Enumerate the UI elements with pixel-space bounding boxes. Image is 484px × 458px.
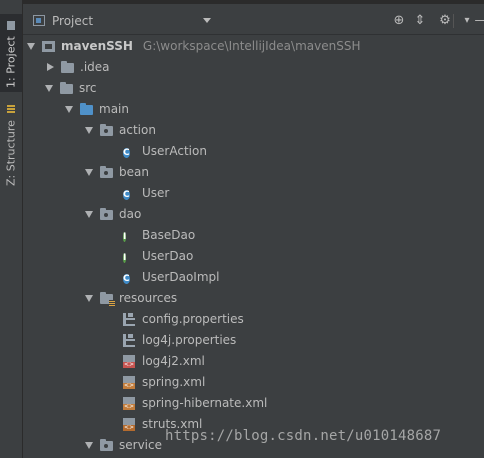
structure-tab-icon — [7, 105, 15, 115]
project-view-icon — [33, 15, 45, 26]
tree-node-label: resources — [119, 290, 178, 305]
expand-arrow-icon[interactable] — [27, 42, 35, 50]
tree-node-idea[interactable]: .idea — [23, 56, 484, 77]
class-icon: C — [123, 186, 137, 200]
tree-node-label: BaseDao — [142, 227, 196, 242]
class-icon-letter: C — [123, 147, 130, 158]
settings-icon[interactable]: ⚙ — [437, 13, 453, 29]
tree-node-label: spring.xml — [142, 374, 206, 389]
tree-node-src[interactable]: src — [23, 77, 484, 98]
tree-node-label: User — [142, 185, 170, 200]
expand-arrow-icon[interactable] — [85, 126, 93, 134]
tab-project[interactable]: 1: Project — [0, 14, 22, 92]
interface-icon: I — [123, 228, 137, 242]
collapse-all-icon[interactable]: ⇕ — [412, 13, 428, 29]
tree-node-log4j2-xml[interactable]: <> log4j2.xml — [23, 350, 484, 371]
tree-node-label: bean — [119, 164, 149, 179]
expand-arrow-icon[interactable] — [85, 168, 93, 176]
tree-node-config-properties[interactable]: config.properties — [23, 308, 484, 329]
folder-icon — [61, 60, 75, 74]
expand-arrow-icon[interactable] — [85, 441, 93, 449]
tree-node-label: UserDao — [142, 248, 194, 263]
module-path: G:\workspace\IntellijIdea\mavenSSH — [142, 38, 361, 53]
xml-file-icon: <> — [123, 354, 137, 368]
expand-arrow-icon[interactable] — [65, 105, 73, 113]
tree-node-label: UserDaoImpl — [142, 269, 220, 284]
project-tab-icon — [7, 21, 15, 31]
tree-node-label: config.properties — [142, 311, 244, 326]
tree-node-label: log4j.properties — [142, 332, 237, 347]
interface-icon-letter: I — [123, 252, 127, 263]
project-tool-window-header: Project ⊕ ⇕ ⚙ ▾ — — [23, 8, 484, 35]
interface-icon: I — [123, 249, 137, 263]
xml-tag-glyph: <> — [123, 381, 135, 389]
editor-tab-strip — [22, 0, 484, 4]
package-icon — [100, 438, 114, 452]
xml-tag-glyph: <> — [123, 423, 135, 431]
tree-node-basedao[interactable]: I BaseDao — [23, 224, 484, 245]
tree-node-root[interactable]: mavenSSH G:\workspace\IntellijIdea\maven… — [23, 35, 484, 56]
minimize-icon[interactable]: — — [473, 13, 484, 29]
module-icon — [42, 39, 56, 53]
tree-node-label: UserAction — [142, 143, 207, 158]
tree-node-label: src — [79, 80, 97, 95]
tree-node-label: action — [119, 122, 156, 137]
tree-node-spring-hibernate-xml[interactable]: <> spring-hibernate.xml — [23, 392, 484, 413]
properties-file-icon — [123, 333, 137, 347]
expand-arrow-icon[interactable] — [45, 84, 53, 92]
tab-structure-label: Z: Structure — [4, 120, 18, 186]
expand-arrow-icon[interactable] — [85, 294, 93, 302]
xml-tag-glyph: <> — [123, 402, 135, 410]
xml-tag-glyph: <> — [123, 360, 135, 368]
tree-node-user[interactable]: C User — [23, 182, 484, 203]
spring-xml-file-icon: <> — [123, 375, 137, 389]
tree-node-label: mavenSSH — [61, 38, 133, 53]
left-tool-stripe: 1: Project Z: Structure — [0, 0, 23, 458]
locate-icon[interactable]: ⊕ — [391, 13, 407, 29]
tab-project-label: 1: Project — [4, 36, 18, 88]
properties-file-icon — [123, 312, 137, 326]
project-tree: mavenSSH G:\workspace\IntellijIdea\maven… — [23, 35, 484, 458]
folder-icon — [60, 81, 74, 95]
class-icon: C — [123, 270, 137, 284]
package-icon — [100, 123, 114, 137]
tree-node-userdaoimpl[interactable]: C UserDaoImpl — [23, 266, 484, 287]
tree-node-label: .idea — [80, 59, 110, 74]
tree-node-log4j-properties[interactable]: log4j.properties — [23, 329, 484, 350]
collapse-arrow-icon[interactable] — [47, 62, 54, 71]
tree-node-dao[interactable]: dao — [23, 203, 484, 224]
chevron-down-icon[interactable] — [203, 18, 211, 23]
class-icon-letter: C — [123, 273, 130, 284]
watermark-url: https://blog.csdn.net/u010148687 — [165, 428, 442, 444]
spring-xml-file-icon: <> — [123, 396, 137, 410]
tree-node-main[interactable]: main — [23, 98, 484, 119]
tree-node-label: spring-hibernate.xml — [142, 395, 268, 410]
source-folder-icon — [80, 102, 94, 116]
tree-node-label: service — [119, 437, 162, 452]
view-selector[interactable]: Project — [52, 14, 93, 28]
tree-node-useraction[interactable]: C UserAction — [23, 140, 484, 161]
package-icon — [100, 207, 114, 221]
tree-node-userdao[interactable]: I UserDao — [23, 245, 484, 266]
expand-arrow-icon[interactable] — [85, 210, 93, 218]
interface-icon-letter: I — [123, 231, 127, 242]
header-separator — [453, 14, 454, 28]
tree-node-spring-xml[interactable]: <> spring.xml — [23, 371, 484, 392]
tree-node-label: log4j2.xml — [142, 353, 205, 368]
tab-structure[interactable]: Z: Structure — [0, 100, 22, 190]
tree-node-label: main — [99, 101, 129, 116]
resource-folder-icon — [100, 291, 115, 306]
class-icon-letter: C — [123, 189, 130, 200]
tree-node-action[interactable]: action — [23, 119, 484, 140]
package-icon — [100, 165, 114, 179]
struts-xml-file-icon: <> — [123, 417, 137, 431]
tree-node-label: dao — [119, 206, 142, 221]
tree-node-resources[interactable]: resources — [23, 287, 484, 308]
class-icon: C — [123, 144, 137, 158]
tree-node-bean[interactable]: bean — [23, 161, 484, 182]
